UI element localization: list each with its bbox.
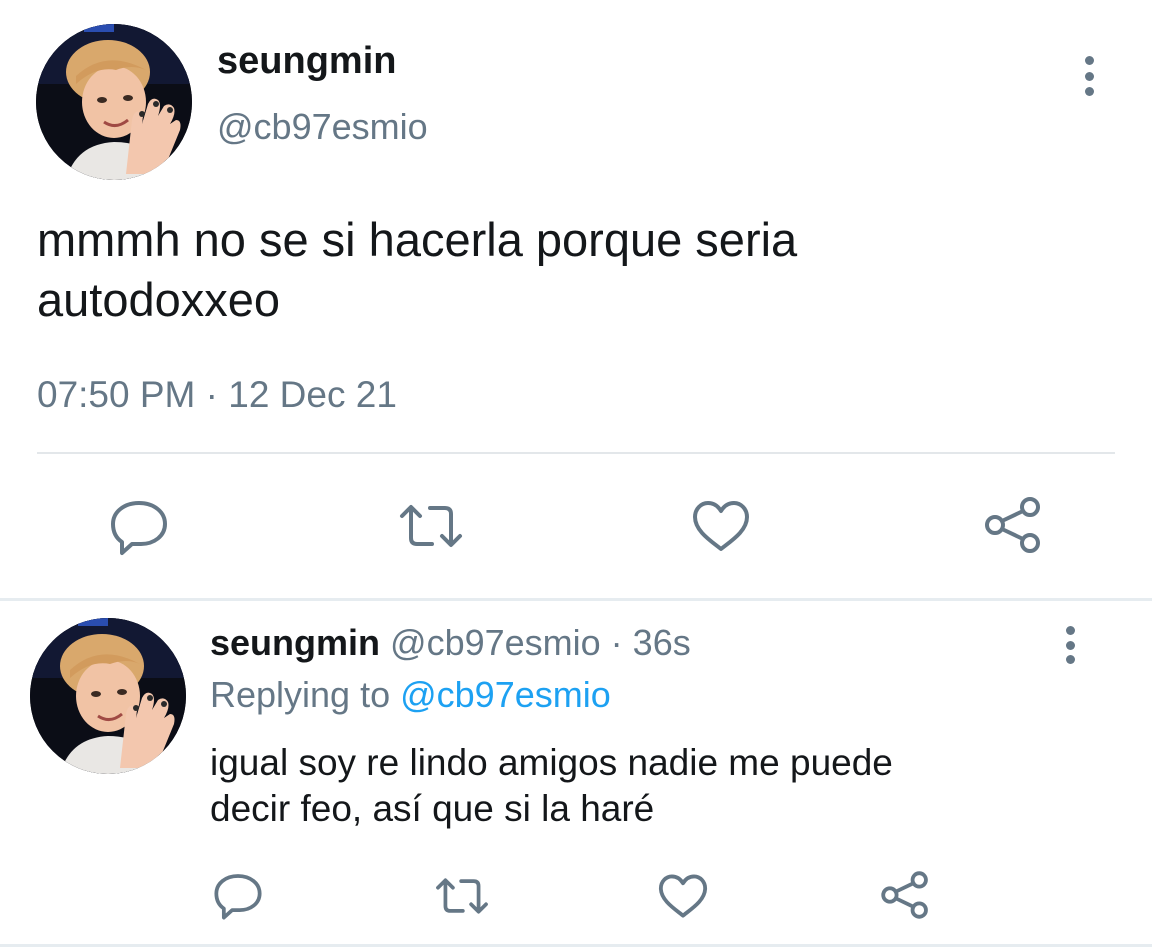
main-tweet-timestamp[interactable]: 07:50 PM · 12 Dec 21 (37, 374, 397, 416)
more-dot (1065, 626, 1075, 635)
retweet-icon (400, 505, 462, 547)
bottom-divider (0, 944, 1152, 947)
section-divider (0, 598, 1152, 601)
more-dot (1065, 655, 1075, 664)
reply-tweet-header: seungmin @cb97esmio · 36s (210, 622, 691, 664)
reply-tweet-text: igual soy re lindo amigos nadie me puede… (210, 740, 1090, 832)
share-button[interactable] (878, 868, 932, 922)
reply-tweet-text-line: igual soy re lindo amigos nadie me puede (210, 742, 893, 783)
reply-icon (214, 874, 262, 920)
reply-tweet-separator: · (600, 622, 633, 663)
reply-tweet-handle[interactable]: @cb97esmio (390, 622, 601, 663)
reply-tweet-display-name[interactable]: seungmin (210, 622, 380, 663)
main-tweet-text-line: mmmh no se si hacerla porque seria (37, 213, 798, 266)
more-vertical-icon[interactable] (1054, 626, 1086, 664)
avatar-photo (36, 24, 192, 180)
replying-to-link[interactable]: @cb97esmio (400, 674, 611, 715)
retweet-icon (436, 878, 488, 914)
reply-button[interactable] (107, 496, 171, 558)
heart-icon (658, 874, 708, 918)
like-button[interactable] (656, 872, 710, 920)
avatar-photo (30, 618, 186, 774)
reply-tweet-text-line: decir feo, así que si la haré (210, 788, 655, 829)
like-button[interactable] (690, 498, 752, 554)
more-dot (1084, 56, 1094, 65)
heart-icon (693, 501, 749, 551)
reply-button[interactable] (210, 870, 266, 922)
reply-tweet-time[interactable]: 36s (633, 622, 691, 663)
main-tweet-avatar[interactable] (36, 24, 192, 180)
share-button[interactable] (982, 494, 1044, 556)
share-icon (985, 497, 1040, 553)
reply-tweet-avatar[interactable] (30, 618, 186, 774)
more-dot (1065, 640, 1075, 650)
more-dot (1084, 87, 1094, 96)
share-icon (881, 871, 928, 919)
reply-icon (111, 501, 167, 555)
main-tweet-display-name[interactable]: seungmin (217, 40, 396, 83)
main-tweet-text: mmmh no se si hacerla porque seria autod… (37, 210, 1107, 330)
main-tweet-text-line: autodoxxeo (37, 273, 281, 326)
more-vertical-icon[interactable] (1070, 56, 1108, 96)
main-tweet-handle[interactable]: @cb97esmio (217, 106, 428, 148)
retweet-button[interactable] (432, 874, 492, 918)
divider (37, 452, 1115, 454)
replying-to-line: Replying to @cb97esmio (210, 674, 611, 716)
more-dot (1084, 71, 1094, 81)
retweet-button[interactable] (396, 500, 466, 552)
replying-to-label: Replying to (210, 674, 401, 715)
